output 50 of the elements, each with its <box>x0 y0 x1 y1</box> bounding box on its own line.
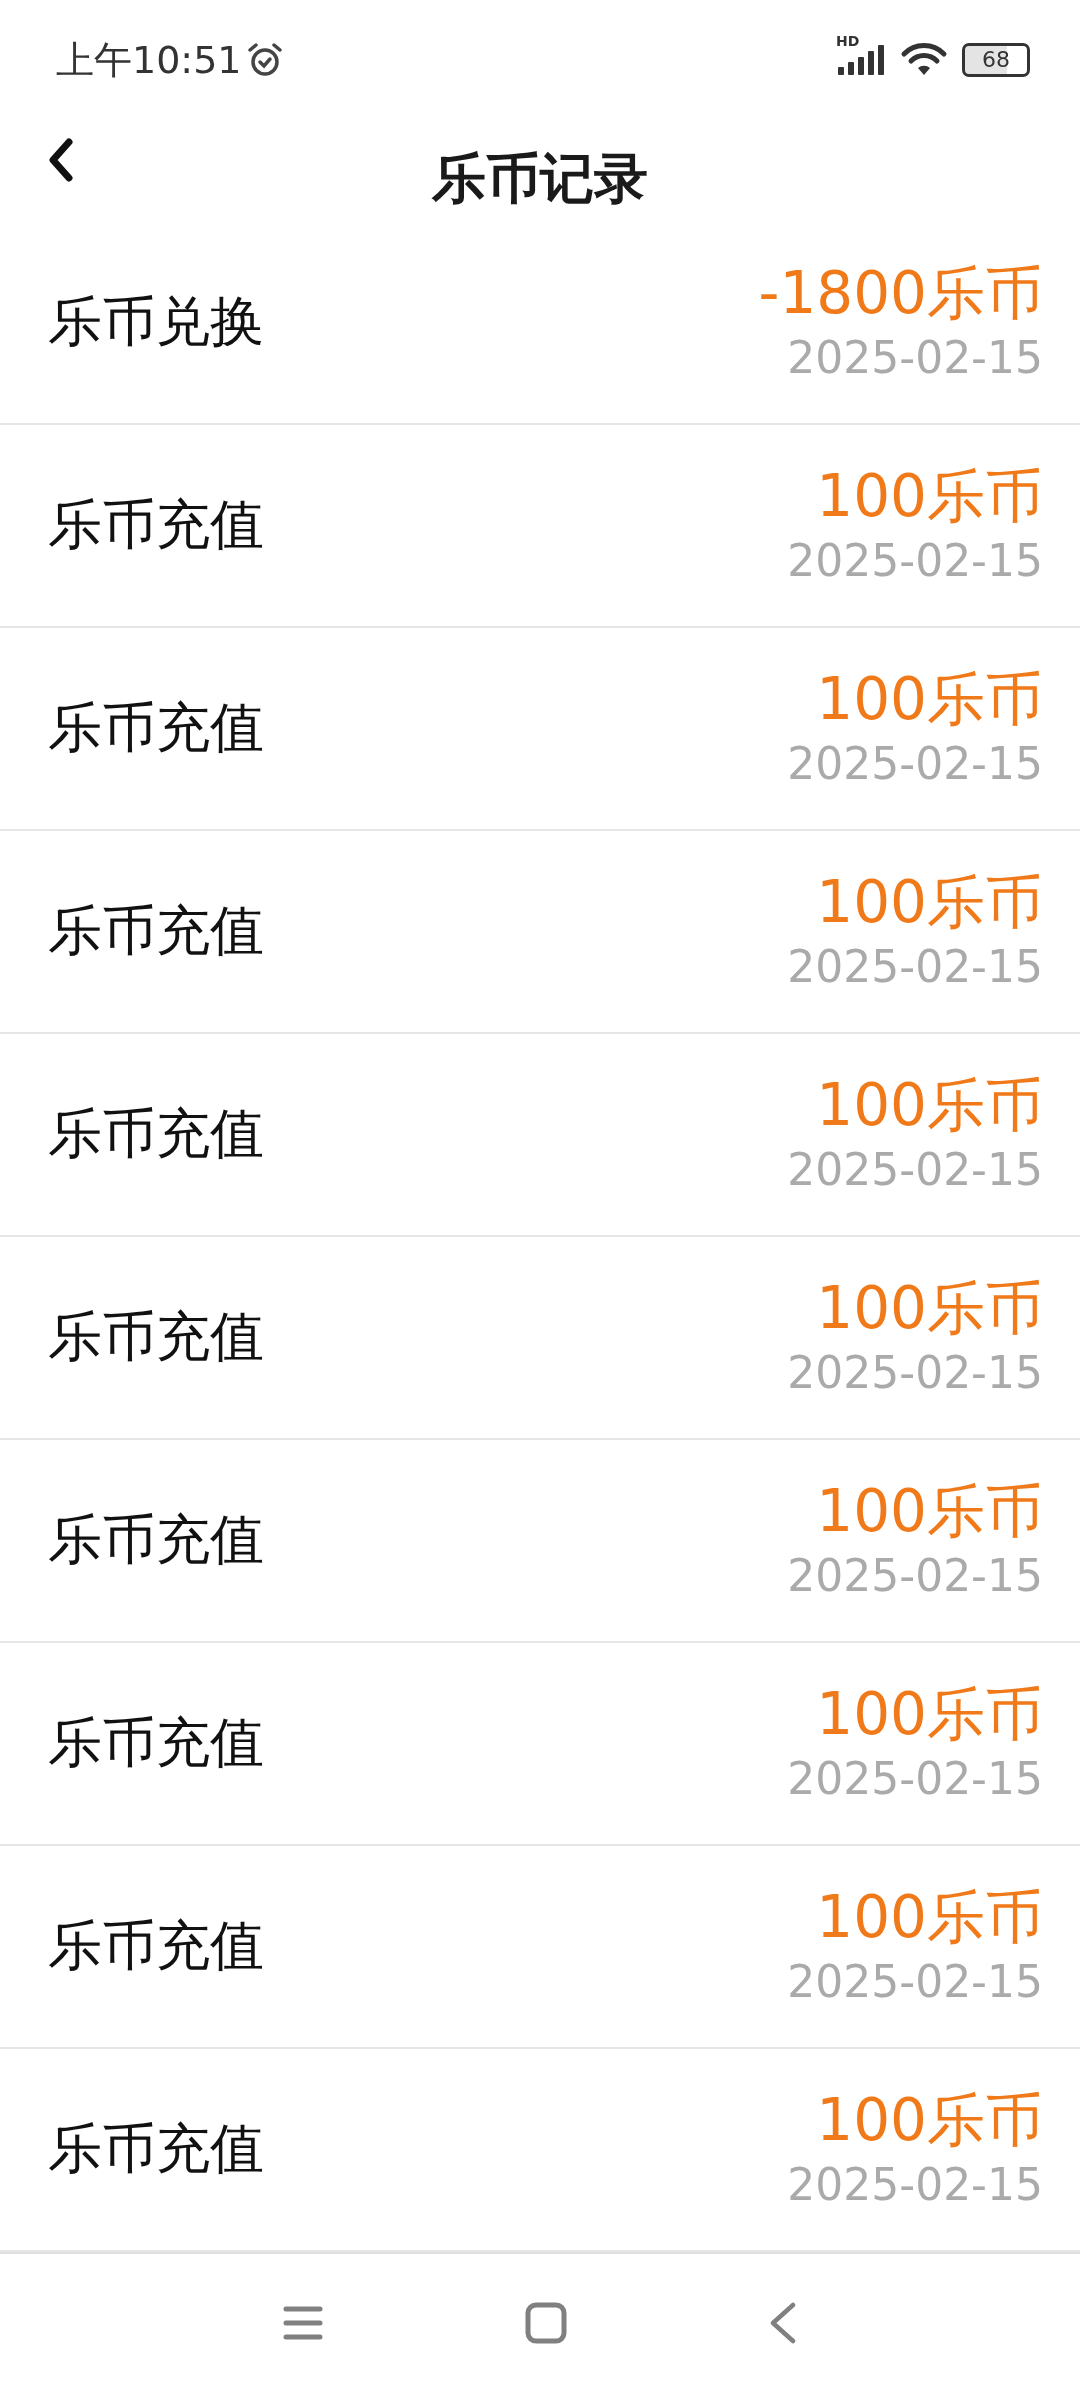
record-type: 乐币充值 <box>48 1101 264 1167</box>
network-type-label: HD <box>836 33 860 49</box>
record-date: 2025-02-15 <box>787 1146 1043 1195</box>
record-type: 乐币充值 <box>48 2116 264 2182</box>
record-amount: 100乐币 <box>816 1683 1043 1748</box>
record-row[interactable]: 乐币充值 100乐币 2025-02-15 <box>0 1643 1080 1846</box>
record-row[interactable]: 乐币充值 100乐币 2025-02-15 <box>0 831 1080 1034</box>
record-amount: 100乐币 <box>816 871 1043 936</box>
alarm-clock-icon <box>245 41 284 79</box>
record-type: 乐币充值 <box>48 1913 264 1979</box>
record-amount: -1800乐币 <box>758 262 1043 327</box>
record-row[interactable]: 乐币充值 100乐币 2025-02-15 <box>0 1440 1080 1643</box>
record-type: 乐币兑换 <box>48 289 264 355</box>
record-date: 2025-02-15 <box>787 1349 1043 1398</box>
record-date: 2025-02-15 <box>787 2161 1043 2210</box>
record-amount: 100乐币 <box>816 2089 1043 2154</box>
record-type: 乐币充值 <box>48 695 264 761</box>
record-row[interactable]: 乐币充值 100乐币 2025-02-15 <box>0 425 1080 628</box>
back-icon <box>48 138 74 182</box>
signal-icon <box>836 45 886 75</box>
record-amount: 100乐币 <box>816 668 1043 733</box>
clock-time: 上午10:51 <box>56 36 242 84</box>
record-date: 2025-02-15 <box>787 334 1043 383</box>
record-date: 2025-02-15 <box>787 1755 1043 1804</box>
record-amount: 100乐币 <box>816 465 1043 530</box>
record-type: 乐币充值 <box>48 898 264 964</box>
record-row[interactable]: 乐币充值 100乐币 2025-02-15 <box>0 1034 1080 1237</box>
page-title: 乐币记录 <box>432 146 648 212</box>
record-type: 乐币充值 <box>48 1710 264 1776</box>
menu-icon <box>283 2305 323 2341</box>
record-date: 2025-02-15 <box>787 1552 1043 1601</box>
back-icon <box>769 2302 797 2344</box>
record-amount: 100乐币 <box>816 1480 1043 1545</box>
record-date: 2025-02-15 <box>787 537 1043 586</box>
square-icon <box>525 2302 567 2344</box>
record-row[interactable]: 乐币充值 100乐币 2025-02-15 <box>0 628 1080 831</box>
record-date: 2025-02-15 <box>787 1958 1043 2007</box>
record-amount: 100乐币 <box>816 1886 1043 1951</box>
record-date: 2025-02-15 <box>787 943 1043 992</box>
record-type: 乐币充值 <box>48 492 264 558</box>
record-row[interactable]: 乐币充值 100乐币 2025-02-15 <box>0 2049 1080 2252</box>
record-amount: 100乐币 <box>816 1277 1043 1342</box>
record-row[interactable]: 乐币充值 100乐币 2025-02-15 <box>0 1237 1080 1440</box>
battery-level: 68 <box>982 49 1010 71</box>
record-date: 2025-02-15 <box>787 740 1043 789</box>
record-row[interactable]: 乐币充值 100乐币 2025-02-15 <box>0 1846 1080 2049</box>
record-type: 乐币充值 <box>48 1507 264 1573</box>
record-row[interactable]: 乐币兑换 -1800乐币 2025-02-15 <box>0 222 1080 425</box>
record-amount: 100乐币 <box>816 1074 1043 1139</box>
record-type: 乐币充值 <box>48 1304 264 1370</box>
